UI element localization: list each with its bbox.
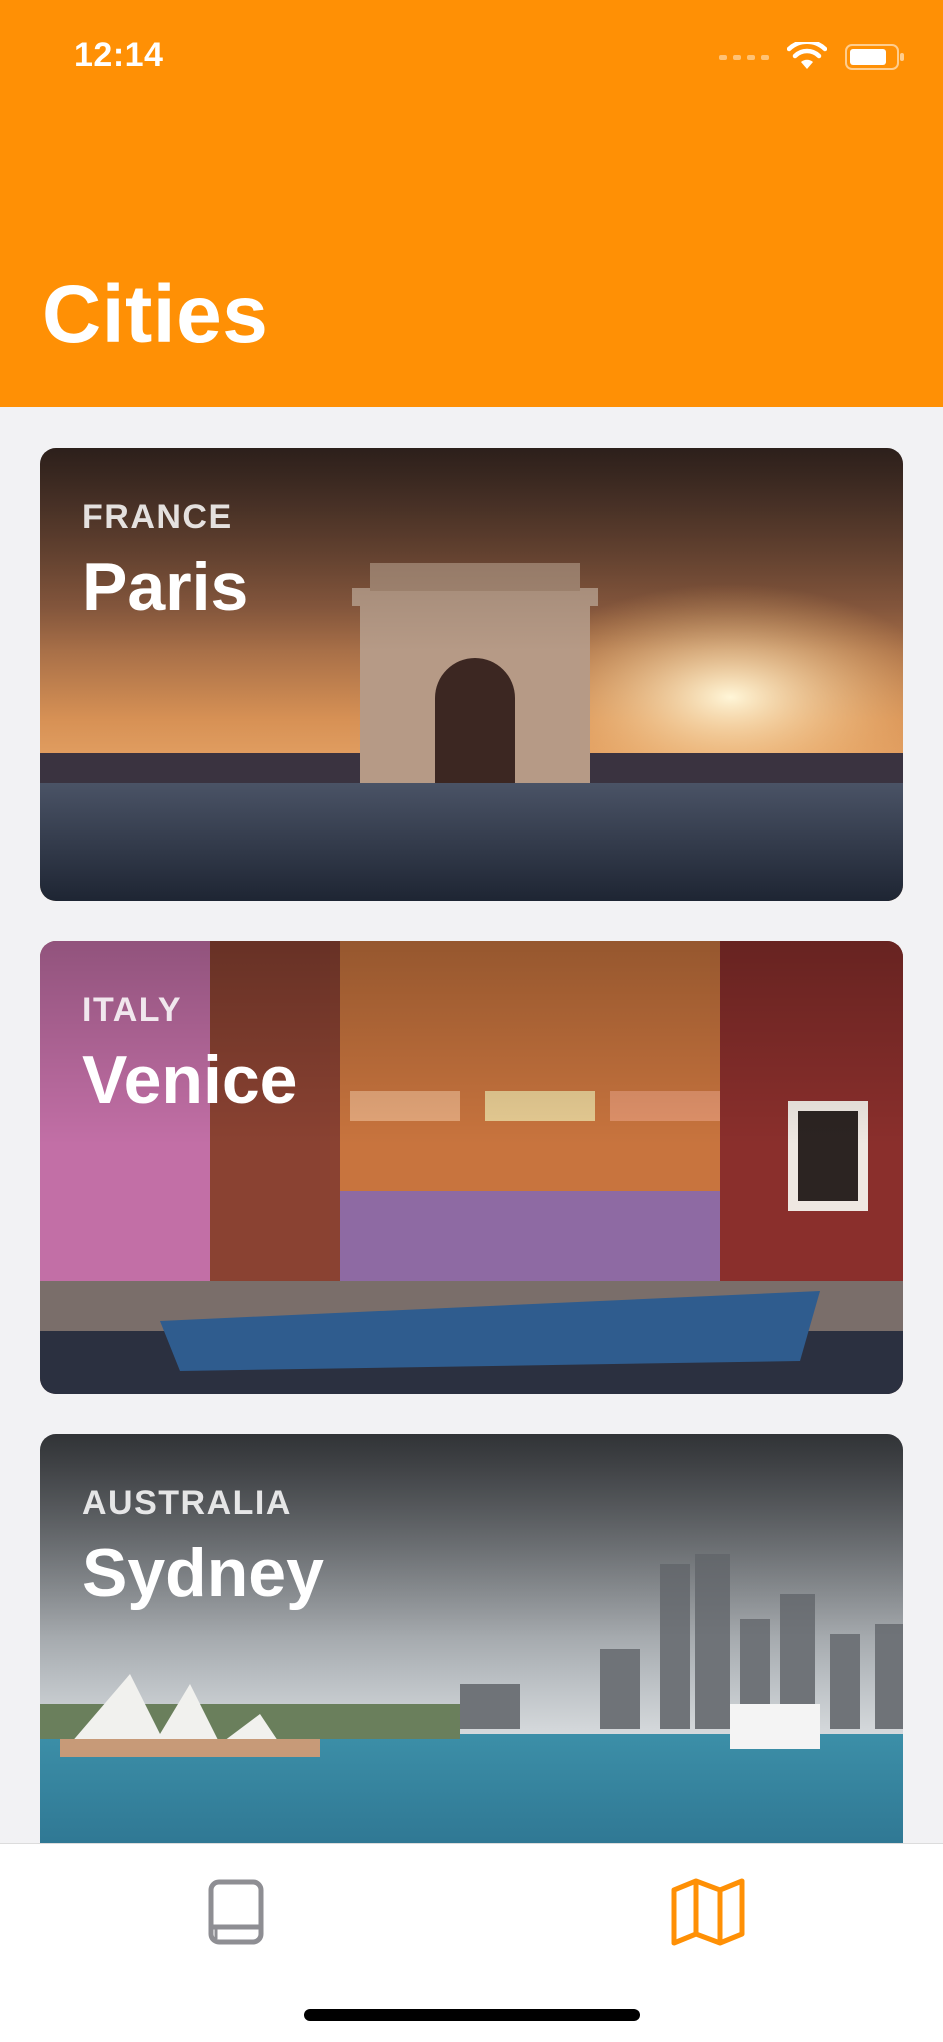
city-card-venice[interactable]: ITALY Venice — [40, 941, 903, 1394]
home-indicator — [304, 2009, 640, 2021]
card-city: Sydney — [82, 1535, 324, 1611]
card-city: Paris — [82, 549, 249, 625]
tab-library[interactable] — [196, 1872, 276, 1952]
card-country: AUSTRALIA — [82, 1484, 292, 1522]
city-card-paris[interactable]: FRANCE Paris — [40, 448, 903, 901]
cellular-signal-icon — [719, 54, 769, 60]
status-indicators — [719, 42, 905, 72]
city-card-sydney[interactable]: AUSTRALIA Sydney — [40, 1434, 903, 1887]
status-time: 12:14 — [74, 36, 164, 74]
map-icon — [671, 1878, 745, 1946]
card-city: Venice — [82, 1042, 298, 1118]
book-icon — [208, 1879, 264, 1945]
card-country: ITALY — [82, 991, 183, 1029]
tab-cities[interactable] — [668, 1872, 748, 1952]
card-country: FRANCE — [82, 498, 233, 536]
page-title: Cities — [42, 269, 269, 360]
navigation-header: 12:14 Cities — [0, 0, 943, 407]
wifi-icon — [787, 42, 827, 69]
battery-icon — [845, 44, 904, 70]
